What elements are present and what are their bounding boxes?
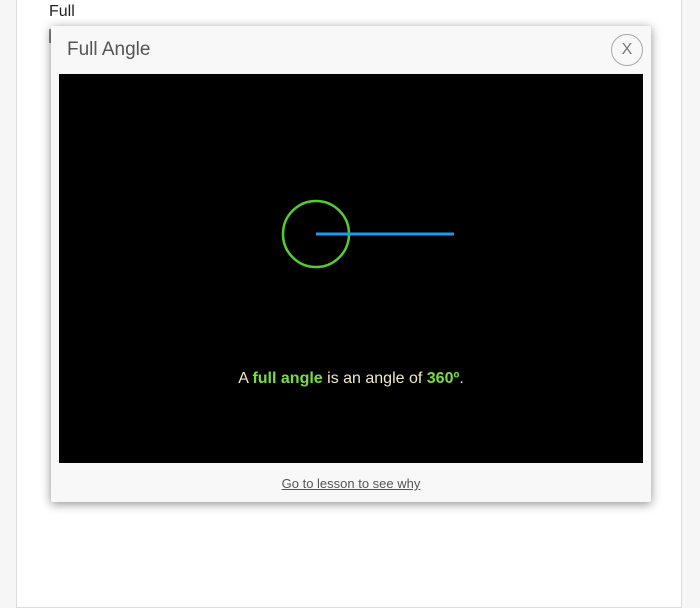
angle-caption: A full angle is an angle of 360º. bbox=[59, 370, 643, 388]
angle-illustration: A full angle is an angle of 360º. bbox=[59, 74, 643, 463]
angle-diagram bbox=[281, 199, 454, 269]
full-angle-dialog: Full Angle X A full angle is an angle of… bbox=[51, 26, 651, 502]
dialog-title: Full Angle bbox=[67, 39, 151, 60]
background-text: Full bbox=[49, 3, 75, 20]
go-to-lesson-link[interactable]: Go to lesson to see why bbox=[51, 476, 651, 491]
caption-prefix: A bbox=[238, 370, 253, 387]
close-button[interactable]: X bbox=[611, 34, 643, 66]
caption-value: 360º bbox=[426, 370, 460, 387]
caption-term: full angle bbox=[252, 370, 323, 387]
caption-middle: is an angle of bbox=[322, 370, 427, 387]
close-icon: X bbox=[621, 41, 633, 58]
caption-suffix: . bbox=[459, 370, 464, 387]
